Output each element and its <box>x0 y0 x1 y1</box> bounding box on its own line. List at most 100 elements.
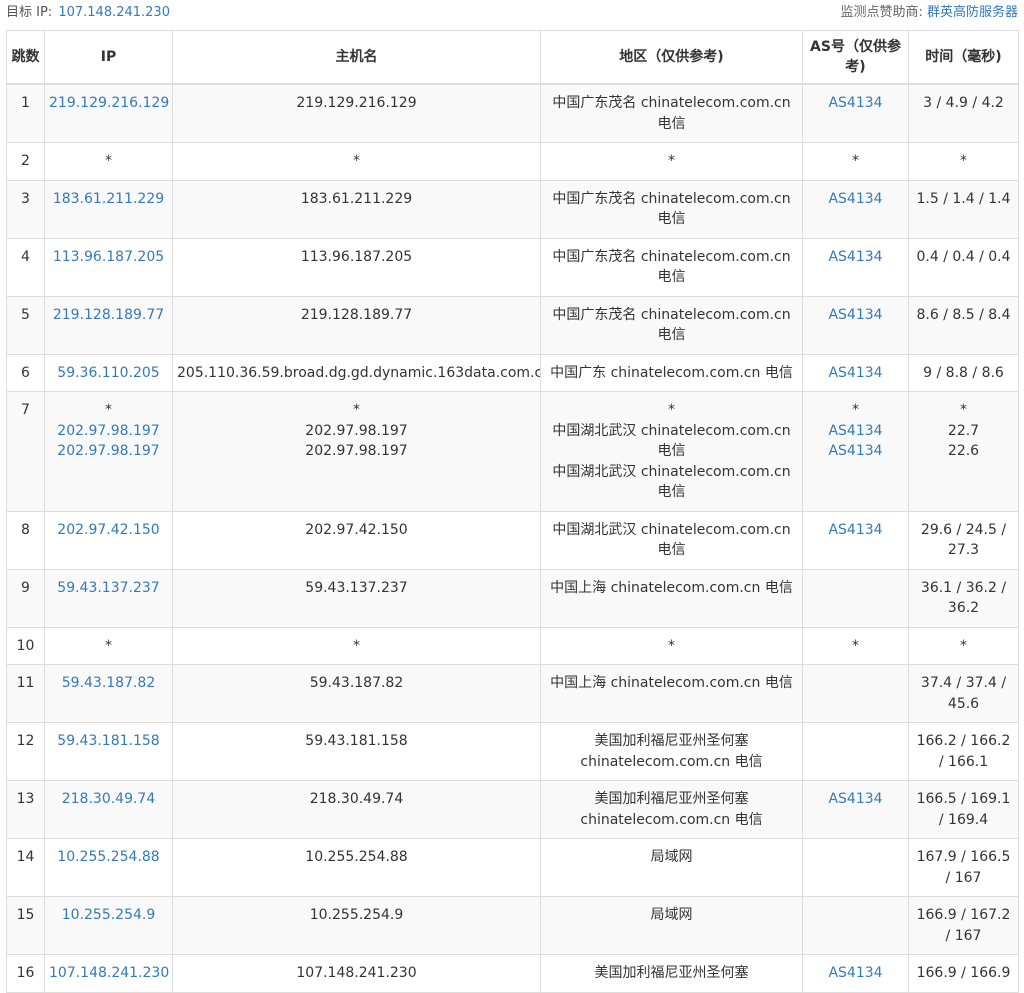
cell-hostname: 202.97.42.150 <box>172 510 541 570</box>
cell-hostname: 107.148.241.230 <box>172 954 541 993</box>
cell-time-value: 8.6 / 8.5 / 8.4 <box>916 306 1011 323</box>
cell-time-value: 9 / 8.8 / 8.6 <box>923 364 1004 381</box>
cell-ip-value[interactable]: 113.96.187.205 <box>49 247 168 268</box>
cell-asn-value[interactable]: AS4134 <box>807 189 904 210</box>
cell-ip: 59.43.181.158 <box>44 722 173 781</box>
cell-ip: * 202.97.98.197 202.97.98.197 <box>44 391 173 512</box>
cell-hop: 8 <box>6 510 45 570</box>
cell-hop: 4 <box>6 237 45 297</box>
cell-region: * <box>540 626 803 665</box>
cell-time: 166.5 / 169.1 / 169.4 <box>908 780 1019 839</box>
table-row: 16 107.148.241.230 107.148.241.230 美国加利福尼亚州… <box>6 954 1019 993</box>
table-row: 3 183.61.211.229 183.61.211.229 中国广东茂名 chin… <box>6 179 1019 239</box>
cell-asn-value[interactable]: AS4134 <box>807 963 904 984</box>
col-header-hop: 跳数 <box>6 30 45 85</box>
cell-ip-value[interactable]: 219.129.216.129 <box>49 93 169 114</box>
cell-ip-value[interactable]: 59.43.137.237 <box>49 578 168 599</box>
cell-asn: AS4134 <box>802 237 909 297</box>
cell-hostname: * <box>172 626 541 665</box>
cell-region-value: 中国广东茂名 chinatelecom.com.cn 电信 <box>552 306 791 344</box>
cell-region: 中国广东茂名 chinatelecom.com.cn 电信 <box>540 295 803 355</box>
cell-region: 中国上海 chinatelecom.com.cn 电信 <box>540 568 803 628</box>
cell-ip: 183.61.211.229 <box>44 179 173 239</box>
table-row: 2 * * * * * <box>6 142 1019 181</box>
cell-asn: * AS4134 AS4134 <box>802 391 909 512</box>
sponsor-link[interactable]: 群英高防服务器 <box>927 5 1018 20</box>
cell-asn-value[interactable]: AS4134 <box>807 305 904 326</box>
cell-time-value: 1.5 / 1.4 / 1.4 <box>916 190 1011 207</box>
cell-asn: AS4134 <box>802 510 909 570</box>
cell-region: 局域网 <box>540 838 803 897</box>
cell-asn-value[interactable]: AS4134 <box>807 789 904 810</box>
cell-hop: 10 <box>6 626 45 665</box>
cell-asn-value[interactable]: AS4134 <box>807 93 904 114</box>
table-row: 11 59.43.187.82 59.43.187.82 中国上海 chinatele… <box>6 664 1019 723</box>
col-header-hostname: 主机名 <box>172 30 541 85</box>
cell-hostname: * 202.97.98.197 202.97.98.197 <box>172 391 541 512</box>
cell-hostname: 205.110.36.59.broad.dg.gd.dynamic.163dat… <box>172 353 541 392</box>
cell-hostname-value: 10.255.254.88 <box>305 849 408 865</box>
cell-asn-value[interactable]: AS4134 <box>807 441 904 462</box>
cell-ip-value[interactable]: 202.97.98.197 <box>49 421 168 442</box>
cell-region-value: 中国广东茂名 chinatelecom.com.cn 电信 <box>552 95 791 132</box>
cell-hostname-value: 10.255.254.9 <box>309 907 404 923</box>
cell-ip-value[interactable]: 202.97.98.197 <box>49 441 168 462</box>
cell-ip-value[interactable]: 202.97.42.150 <box>49 520 168 541</box>
cell-ip-value[interactable]: 59.43.181.158 <box>49 731 168 752</box>
cell-region: 局域网 <box>540 896 803 955</box>
cell-ip-value[interactable]: 107.148.241.230 <box>49 963 169 984</box>
cell-time-value: 3 / 4.9 / 4.2 <box>923 95 1004 111</box>
cell-ip-value[interactable]: 59.43.187.82 <box>49 673 168 694</box>
cell-time-value: * <box>960 637 967 654</box>
cell-time: 36.1 / 36.2 / 36.2 <box>908 568 1019 628</box>
table-row: 4 113.96.187.205 113.96.187.205 中国广东茂名 chin… <box>6 237 1019 297</box>
cell-region-value: 中国湖北武汉 chinatelecom.com.cn 电信 <box>552 463 791 501</box>
cell-region: 中国广东茂名 chinatelecom.com.cn 电信 <box>540 179 803 239</box>
cell-hostname: 59.43.187.82 <box>172 664 541 723</box>
cell-asn-value[interactable]: AS4134 <box>807 421 904 442</box>
cell-ip-value[interactable]: 218.30.49.74 <box>49 789 168 810</box>
target-info: 目标 IP: 107.148.241.230 <box>6 0 170 26</box>
cell-hop: 5 <box>6 295 45 355</box>
cell-asn-value[interactable]: AS4134 <box>807 520 904 541</box>
cell-hostname: 219.129.216.129 <box>172 83 541 143</box>
col-header-region: 地区（仅供参考) <box>540 30 803 85</box>
cell-time-value: 166.9 / 167.2 / 167 <box>916 907 1011 944</box>
cell-ip-value[interactable]: 183.61.211.229 <box>49 189 168 210</box>
cell-hostname-value: 202.97.98.197 <box>305 422 408 439</box>
cell-asn: AS4134 <box>802 83 909 143</box>
cell-hostname-value: 202.97.42.150 <box>305 521 408 538</box>
cell-ip-value[interactable]: 59.36.110.205 <box>49 363 168 384</box>
cell-time-value: 37.4 / 37.4 / 45.6 <box>920 675 1007 712</box>
cell-hostname: 219.128.189.77 <box>172 295 541 355</box>
cell-time: 3 / 4.9 / 4.2 <box>908 83 1019 143</box>
cell-time: 0.4 / 0.4 / 0.4 <box>908 237 1019 297</box>
cell-asn-value: * <box>852 402 859 418</box>
cell-time: 166.9 / 167.2 / 167 <box>908 896 1019 955</box>
cell-asn: AS4134 <box>802 954 909 993</box>
table-row: 15 10.255.254.9 10.255.254.9 局域网 166.9 / 167… <box>6 896 1019 955</box>
table-body: 1 219.129.216.129 219.129.216.129 中国广东茂名 ch… <box>6 83 1019 993</box>
cell-hostname-value: 202.97.98.197 <box>305 443 408 459</box>
cell-ip-value[interactable]: 219.128.189.77 <box>49 305 168 326</box>
cell-hop: 12 <box>6 722 45 781</box>
cell-hop: 9 <box>6 568 45 628</box>
cell-time: 8.6 / 8.5 / 8.4 <box>908 295 1019 355</box>
cell-time: 37.4 / 37.4 / 45.6 <box>908 664 1019 723</box>
cell-time: * 22.7 22.6 <box>908 391 1019 512</box>
cell-ip-value[interactable]: 10.255.254.9 <box>49 905 168 926</box>
cell-hostname-value: 59.43.187.82 <box>309 675 404 691</box>
cell-ip-value[interactable]: 10.255.254.88 <box>49 847 168 868</box>
table-row: 9 59.43.137.237 59.43.137.237 中国上海 chinatel… <box>6 568 1019 628</box>
cell-time-value: * <box>960 153 967 169</box>
cell-region: 美国加利福尼亚州圣何塞 chinatelecom.com.cn 电信 <box>540 722 803 781</box>
cell-time-value: 166.5 / 169.1 / 169.4 <box>916 791 1011 828</box>
cell-hostname: 59.43.137.237 <box>172 568 541 628</box>
cell-asn <box>802 664 909 723</box>
cell-hostname: 218.30.49.74 <box>172 780 541 839</box>
cell-hop: 2 <box>6 142 45 181</box>
traceroute-table: 跳数 IP 主机名 地区（仅供参考) AS号（仅供参考) 时间（毫秒) 1 219… <box>6 30 1019 993</box>
cell-asn-value[interactable]: AS4134 <box>807 247 904 268</box>
cell-asn: AS4134 <box>802 780 909 839</box>
cell-asn-value[interactable]: AS4134 <box>807 363 904 384</box>
